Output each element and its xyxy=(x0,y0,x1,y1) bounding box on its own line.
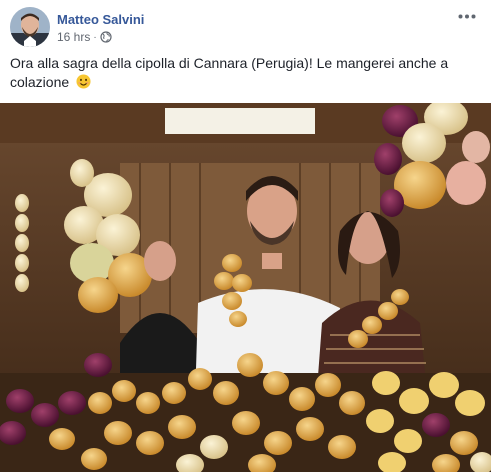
onion-festival-photo xyxy=(0,103,491,472)
globe-icon[interactable] xyxy=(100,31,112,43)
timestamp[interactable]: 16 hrs xyxy=(57,30,90,44)
post-photo[interactable] xyxy=(0,103,491,472)
post-header: Matteo Salvini 16 hrs · xyxy=(10,6,481,48)
facebook-post: Matteo Salvini 16 hrs · Ora alla sagra d… xyxy=(0,0,491,472)
more-options-icon[interactable] xyxy=(455,6,479,26)
post-meta: 16 hrs · xyxy=(57,30,112,44)
author-name[interactable]: Matteo Salvini xyxy=(57,12,144,27)
post-caption: Ora alla sagra della cipolla di Cannara … xyxy=(10,54,470,92)
avatar[interactable] xyxy=(10,7,50,47)
smiling-face-emoji xyxy=(76,74,91,89)
caption-text-line1: Ora alla sagra della cipolla di Cannara … xyxy=(10,55,449,71)
caption-text-line2: colazione xyxy=(10,74,70,90)
meta-separator: · xyxy=(93,31,97,43)
